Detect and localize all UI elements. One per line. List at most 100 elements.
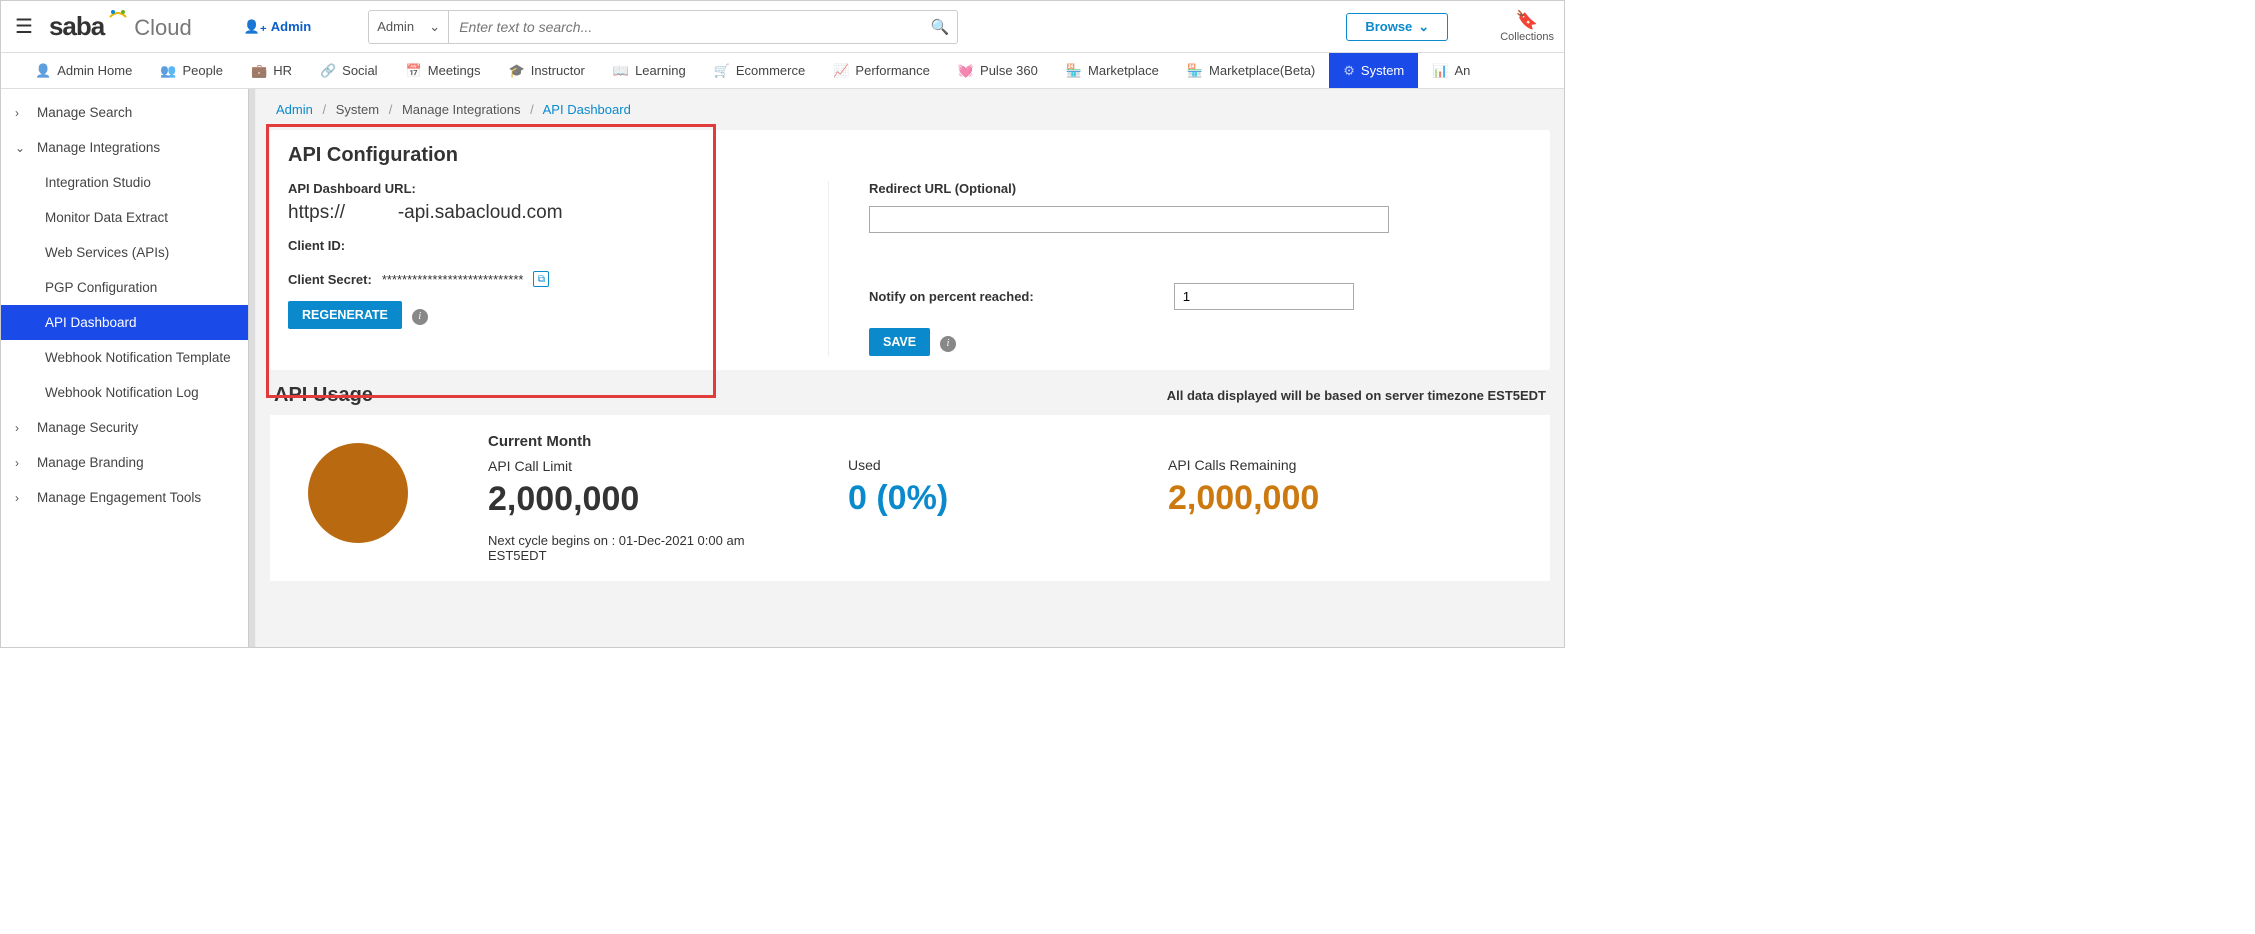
tab-people[interactable]: 👥 People	[146, 53, 237, 88]
used-label: Used	[848, 457, 1108, 473]
tab-analytics-truncated[interactable]: 📊 An	[1418, 53, 1484, 88]
sidebar-item-integration-studio[interactable]: Integration Studio	[1, 165, 255, 200]
url-label: API Dashboard URL:	[288, 181, 778, 196]
sidebar-label: Manage Engagement Tools	[37, 490, 201, 505]
collections-button[interactable]: 🔖 Collections	[1500, 10, 1554, 43]
breadcrumb-sep: /	[389, 102, 393, 117]
tab-label: Ecommerce	[736, 63, 805, 78]
sidebar-item-manage-security[interactable]: › Manage Security	[1, 410, 255, 445]
redirect-url-label: Redirect URL (Optional)	[869, 181, 1532, 196]
sidebar-item-webhook-log[interactable]: Webhook Notification Log	[1, 375, 255, 410]
people-icon: 👥	[160, 63, 176, 79]
tab-system[interactable]: ⚙ System	[1329, 53, 1418, 88]
tab-performance[interactable]: 📈Performance	[819, 53, 944, 88]
tab-learning[interactable]: 📖Learning	[599, 53, 700, 88]
gauge-icon: 📈	[833, 63, 849, 79]
breadcrumb-manage-integrations[interactable]: Manage Integrations	[402, 102, 521, 117]
hamburger-menu-icon[interactable]: ☰	[11, 10, 37, 43]
sidebar-item-manage-branding[interactable]: ›Manage Branding	[1, 445, 255, 480]
client-secret-label: Client Secret:	[288, 272, 372, 287]
chevron-down-icon: ⌄	[429, 19, 440, 35]
sidebar-label: Manage Security	[37, 420, 138, 435]
tab-label: An	[1454, 63, 1470, 78]
notify-label: Notify on percent reached:	[869, 289, 1034, 304]
browse-button[interactable]: Browse ⌄	[1346, 13, 1448, 41]
sidebar-item-manage-engagement[interactable]: › Manage Engagement Tools	[1, 480, 255, 515]
tab-label: Marketplace	[1088, 63, 1159, 78]
notify-percent-input[interactable]	[1174, 283, 1354, 310]
breadcrumb-admin[interactable]: Admin	[276, 102, 313, 117]
sidebar-label: Monitor Data Extract	[45, 210, 168, 225]
chart-icon: 📊	[1432, 63, 1448, 79]
sidebar-item-manage-integrations[interactable]: ⌄Manage Integrations	[1, 130, 255, 165]
gear-icon: ⚙	[1343, 63, 1355, 79]
current-month-label: Current Month	[488, 433, 788, 450]
tab-hr[interactable]: 💼 HR	[237, 53, 306, 88]
sidebar-label: API Dashboard	[45, 315, 137, 330]
api-call-limit-value: 2,000,000	[488, 480, 788, 519]
search-icon: 🔍	[931, 18, 950, 36]
api-usage-panel: Current Month API Call Limit 2,000,000 N…	[270, 415, 1550, 581]
info-icon[interactable]: i	[940, 336, 956, 352]
topbar: ☰ saba Cloud 👤₊ Admin Admin ⌄ 🔍 Browse ⌄	[1, 1, 1564, 53]
share-icon: 🔗	[320, 63, 336, 79]
sidebar-item-webhook-template[interactable]: Webhook Notification Template	[1, 340, 255, 375]
browse-label: Browse	[1365, 19, 1412, 34]
sidebar-item-monitor-data-extract[interactable]: Monitor Data Extract	[1, 200, 255, 235]
sidebar-label: Webhook Notification Template	[45, 350, 231, 365]
search-scope-select[interactable]: Admin ⌄	[369, 11, 449, 43]
briefcase-icon: 💼	[251, 63, 267, 79]
chevron-right-icon: ›	[15, 491, 29, 505]
api-configuration-panel: API Configuration API Dashboard URL: htt…	[270, 130, 1550, 370]
sidebar-item-pgp-configuration[interactable]: PGP Configuration	[1, 270, 255, 305]
sidebar-scrollbar[interactable]	[248, 89, 255, 647]
search-group: Admin ⌄ 🔍	[368, 10, 958, 44]
tab-label: HR	[273, 63, 292, 78]
store-icon: 🏪	[1066, 63, 1082, 79]
search-scope-label: Admin	[377, 19, 414, 34]
chevron-right-icon: ›	[15, 421, 29, 435]
usage-pie-chart	[308, 443, 408, 543]
info-icon[interactable]: i	[412, 309, 428, 325]
breadcrumb-sep: /	[530, 102, 534, 117]
tab-social[interactable]: 🔗Social	[306, 53, 392, 88]
sidebar-label: Manage Integrations	[37, 140, 160, 155]
breadcrumb-api-dashboard[interactable]: API Dashboard	[543, 102, 631, 117]
tab-label: Admin Home	[57, 63, 132, 78]
client-id-label: Client ID:	[288, 238, 778, 253]
person-icon: 👤	[35, 63, 51, 79]
regenerate-button[interactable]: REGENERATE	[288, 301, 402, 329]
sidebar-label: Manage Search	[37, 105, 132, 120]
tab-admin-home[interactable]: 👤 Admin Home	[21, 53, 146, 88]
bookmark-icon: 🔖	[1500, 10, 1554, 31]
tab-marketplace[interactable]: 🏪 Marketplace	[1052, 53, 1173, 88]
breadcrumb: Admin / System / Manage Integrations / A…	[256, 89, 1564, 130]
logo-swish-icon	[108, 7, 128, 27]
copy-icon[interactable]: ⧉	[533, 271, 549, 287]
tab-label: System	[1361, 63, 1404, 78]
logo[interactable]: saba Cloud	[49, 11, 192, 42]
book-icon: 📖	[613, 63, 629, 79]
sidebar-item-api-dashboard[interactable]: API Dashboard	[1, 305, 255, 340]
search-input[interactable]	[449, 11, 923, 43]
admin-link[interactable]: 👤₊ Admin	[244, 19, 312, 35]
search-button[interactable]: 🔍	[923, 11, 957, 43]
instructor-icon: 🎓	[509, 63, 525, 79]
save-button[interactable]: SAVE	[869, 328, 930, 356]
logo-cloud-text: Cloud	[134, 15, 191, 41]
calendar-icon: 📅	[406, 63, 422, 79]
redirect-url-input[interactable]	[869, 206, 1389, 233]
tab-label: People	[183, 63, 223, 78]
pulse-icon: 💓	[958, 63, 974, 79]
logo-text: saba	[49, 11, 104, 42]
tab-pulse360[interactable]: 💓Pulse 360	[944, 53, 1052, 88]
tab-marketplace-beta[interactable]: 🏪Marketplace(Beta)	[1173, 53, 1329, 88]
sidebar: ›Manage Search ⌄Manage Integrations Inte…	[1, 89, 256, 647]
person-add-icon: 👤₊	[244, 19, 267, 35]
tab-ecommerce[interactable]: 🛒Ecommerce	[700, 53, 820, 88]
sidebar-item-manage-search[interactable]: ›Manage Search	[1, 95, 255, 130]
tab-instructor[interactable]: 🎓Instructor	[495, 53, 599, 88]
sidebar-item-web-services[interactable]: Web Services (APIs)	[1, 235, 255, 270]
breadcrumb-system[interactable]: System	[336, 102, 379, 117]
tab-meetings[interactable]: 📅Meetings	[392, 53, 495, 88]
